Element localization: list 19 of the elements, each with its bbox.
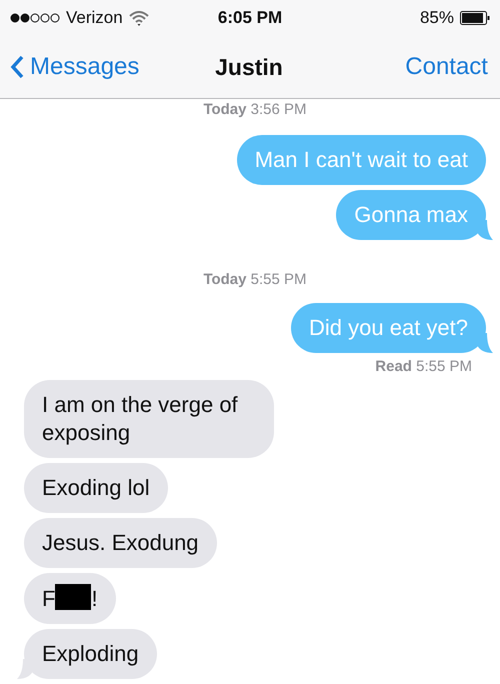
read-receipt: Read 5:55 PM (374, 358, 472, 375)
status-time: 6:05 PM (218, 8, 282, 28)
message-bubble: Exoding lol (24, 463, 168, 513)
contact-button[interactable]: Contact (318, 53, 488, 81)
message-bubble: Jesus. Exodung (24, 518, 217, 568)
back-button[interactable]: Messages (10, 53, 180, 81)
signal-icon (10, 13, 60, 23)
message-bubble: Man I can't wait to eat (236, 135, 486, 185)
battery-icon (460, 11, 490, 25)
message-bubble: I am on the verge of exposing (24, 380, 274, 458)
timestamp: Today 5:55 PM (202, 271, 308, 288)
message-bubble: F ! (24, 573, 116, 624)
carrier-name: Verizon (66, 8, 123, 28)
wifi-icon (128, 10, 149, 26)
battery-percent: 85% (420, 8, 454, 28)
redaction-bar (55, 584, 92, 610)
contact-name: Justin (215, 54, 283, 80)
chevron-left-icon (10, 55, 24, 79)
timestamp: Today 3:56 PM (202, 101, 308, 118)
